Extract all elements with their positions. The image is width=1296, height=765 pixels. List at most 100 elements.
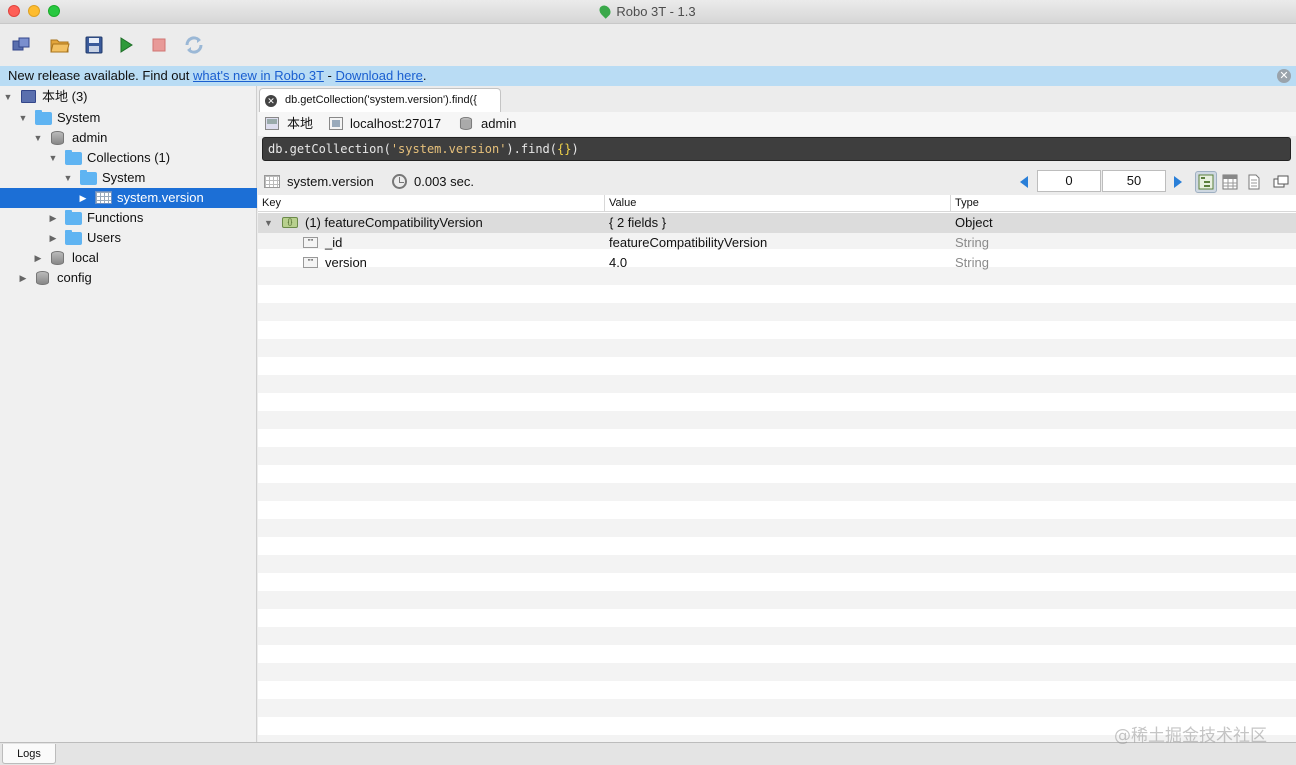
skip-input[interactable]: 0 [1037,170,1101,192]
download-link[interactable]: Download here [335,68,422,83]
tree-node-functions[interactable]: ▶ Functions [0,208,257,228]
close-notice-icon[interactable]: ✕ [1277,69,1291,83]
robo3t-logo-icon [597,3,614,19]
run-button[interactable] [115,34,137,56]
tree-node-connection[interactable]: ▼ 本地 (3) [0,87,257,107]
table-row[interactable]: "" version 4.0 String [258,253,1296,273]
row-stripe [258,447,1296,465]
query-editor[interactable]: db.getCollection('system.version').find(… [262,137,1291,161]
table-row[interactable]: "" _id featureCompatibilityVersion Strin… [258,233,1296,253]
result-header: system.version 0.003 sec. 0 50 [258,170,1296,194]
clock-icon [392,174,407,189]
query-filter: {} [557,142,572,156]
tab-query[interactable]: ✕ db.getCollection('system.version').fin… [259,88,501,112]
cell-value: { 2 fields } [609,215,667,230]
row-stripe [258,483,1296,501]
column-header-type[interactable]: Type [950,195,1296,212]
query-mid: ).find( [506,142,557,156]
maximize-button[interactable] [1270,171,1292,193]
bottom-bar: Logs [0,742,1296,765]
logs-tab[interactable]: Logs [2,744,56,764]
folder-icon [80,170,97,185]
open-button[interactable] [49,34,71,56]
collapse-triangle-icon[interactable]: ▶ [17,268,29,288]
tree-label: System [57,110,101,125]
column-header-value[interactable]: Value [604,195,950,212]
next-page-icon[interactable] [1174,176,1182,188]
release-notice-bar: New release available. Find out what's n… [0,66,1296,86]
tree-node-config[interactable]: ▶ config [0,268,257,288]
connect-button[interactable] [10,34,32,56]
tree-label: System [102,170,146,185]
folder-icon [65,230,82,245]
row-stripe [258,375,1296,393]
save-button[interactable] [83,34,105,56]
collapse-triangle-icon[interactable]: ▶ [32,248,44,268]
window-title: Robo 3T - 1.3 [0,3,1296,19]
close-tab-icon[interactable]: ✕ [265,95,277,107]
tree-label: Collections (1) [87,150,171,165]
tree-node-system[interactable]: ▼ System [0,108,257,128]
refresh-button[interactable] [183,34,205,56]
tree-node-users[interactable]: ▶ Users [0,228,257,248]
cell-value: 4.0 [609,255,628,270]
query-prefix: db.getCollection( [268,142,391,156]
folder-icon [65,210,82,225]
tree-label: admin [72,130,108,145]
previous-page-icon[interactable] [1020,176,1028,188]
release-suffix: . [422,68,427,83]
tree-label: Users [87,230,121,245]
collapse-triangle-icon[interactable]: ▶ [77,188,89,208]
tree-label: config [57,270,92,285]
expand-triangle-icon[interactable]: ▼ [47,148,59,168]
expand-triangle-icon[interactable]: ▼ [62,168,74,188]
expand-triangle-icon[interactable]: ▼ [264,213,273,233]
tree-node-local[interactable]: ▶ local [0,248,257,268]
tree-node-system-version[interactable]: ▶ system.version [0,188,257,208]
folder-icon [65,150,82,165]
expand-triangle-icon[interactable]: ▼ [2,87,14,107]
stop-button[interactable] [148,34,170,56]
maximize-icon [1273,175,1289,188]
result-collection-name: system.version [287,174,374,189]
toolbar [0,25,1296,66]
limit-input[interactable]: 50 [1102,170,1166,192]
string-icon: "" [303,237,318,248]
text-view-button[interactable] [1243,171,1265,193]
table-view-button[interactable] [1219,171,1241,193]
string-icon: "" [303,257,318,268]
tree-node-system-folder[interactable]: ▼ System [0,168,257,188]
expand-triangle-icon[interactable]: ▼ [32,128,44,148]
cell-key: (1) featureCompatibilityVersion [305,215,483,230]
row-stripe [258,303,1296,321]
database-icon [51,131,64,145]
row-stripe [258,591,1296,609]
row-stripe [258,411,1296,429]
row-stripe [258,663,1296,681]
server-icon [21,90,36,103]
row-stripe [258,519,1296,537]
release-separator: - [323,68,336,83]
collapse-triangle-icon[interactable]: ▶ [47,208,59,228]
cell-type: String [955,255,989,270]
table-row[interactable]: ▼ {} (1) featureCompatibilityVersion { 2… [258,213,1296,233]
cell-type: Object [955,215,993,230]
expand-triangle-icon[interactable]: ▼ [17,108,29,128]
results-table: Key Value Type ▼ {} (1) featureCompatibi… [258,195,1296,742]
tree-view-button[interactable] [1195,171,1217,193]
text-view-icon [1248,174,1260,190]
whats-new-link[interactable]: what's new in Robo 3T [193,68,324,83]
title-bar: Robo 3T - 1.3 [0,0,1296,24]
tree-label: Functions [87,210,144,225]
connect-icon [12,37,30,51]
tree-node-collections[interactable]: ▼ Collections (1) [0,148,257,168]
host-icon [329,117,343,130]
tree-label: 本地 (3) [42,89,88,104]
database-icon [36,271,49,285]
column-header-key[interactable]: Key [258,195,604,212]
query-panel: ✕ db.getCollection('system.version').fin… [258,86,1296,742]
collapse-triangle-icon[interactable]: ▶ [47,228,59,248]
query-suffix: ) [571,142,579,156]
tab-label: db.getCollection('system.version').find(… [285,94,477,106]
tree-node-admin[interactable]: ▼ admin [0,128,257,148]
